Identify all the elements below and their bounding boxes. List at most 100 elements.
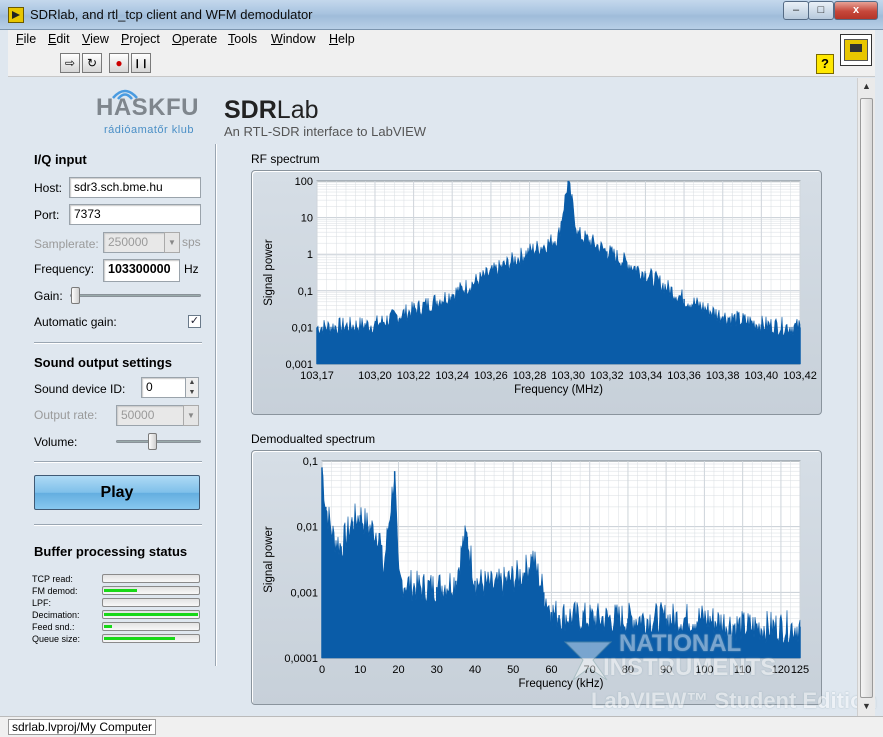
- rf-spectrum-title: RF spectrum: [251, 152, 320, 166]
- x-tick-label: 0: [319, 664, 325, 676]
- menu-project[interactable]: Project: [121, 32, 160, 46]
- rf-spectrum-plot: 1001010,10,010,001103,17 103,20 103,22 103,…: [263, 176, 817, 396]
- y-tick-label: 0,01: [297, 522, 318, 534]
- menu-window[interactable]: Window: [271, 32, 315, 46]
- queue-size-label: Queue size:: [32, 634, 81, 644]
- samplerate-select[interactable]: 250000: [103, 232, 165, 253]
- logo-subtitle: rádióamatőr klub: [104, 124, 194, 136]
- context-help-button[interactable]: ?: [816, 54, 834, 74]
- x-tick-label: 20: [392, 664, 404, 676]
- vertical-divider: [215, 144, 217, 666]
- status-bar: sdrlab.lvproj/My Computer: [0, 716, 883, 737]
- divider: [34, 524, 202, 526]
- lpf-bar: [102, 598, 200, 607]
- menu-help[interactable]: Help: [329, 32, 355, 46]
- x-tick-label: 103,17: [300, 370, 334, 382]
- y-tick-label: 10: [301, 213, 313, 225]
- scroll-down-icon[interactable]: ▼: [858, 698, 875, 715]
- x-tick-label: 103,34: [629, 370, 663, 382]
- fm-demod-label: FM demod:: [32, 586, 78, 596]
- watermark-line2: INSTRUMENTS: [603, 654, 777, 681]
- front-panel: HASKFU rádióamatőr klub SDRLab An RTL-SD…: [8, 78, 877, 716]
- y-tick-label: 0,1: [298, 286, 313, 298]
- title-bar: SDRlab, and rtl_tcp client and WFM demod…: [0, 0, 883, 30]
- vi-connector-icon: [840, 34, 872, 66]
- output-rate-dropdown-icon[interactable]: ▼: [183, 405, 199, 426]
- samplerate-label: Samplerate:: [34, 237, 99, 251]
- menu-bar: File Edit View Project Operate Tools Win…: [8, 30, 875, 50]
- meter-fill: [104, 589, 137, 592]
- volume-slider-thumb[interactable]: [148, 433, 158, 450]
- scrollbar-thumb[interactable]: [860, 98, 873, 698]
- gain-label: Gain:: [34, 289, 63, 303]
- automatic-gain-label: Automatic gain:: [34, 315, 117, 329]
- samplerate-dropdown-icon[interactable]: ▼: [164, 232, 180, 253]
- x-tick-label: 103,26: [474, 370, 508, 382]
- close-button[interactable]: x: [834, 1, 878, 20]
- x-tick-label: 103,36: [667, 370, 701, 382]
- meter-fill: [104, 625, 112, 628]
- run-continuously-icon[interactable]: ↻: [82, 53, 102, 73]
- rf-spectrum-graph: 100 10 1 0,1 0,01 0,001 103,17 103,20 103,22 103,…: [251, 170, 822, 415]
- menu-tools[interactable]: Tools: [228, 32, 257, 46]
- automatic-gain-checkbox[interactable]: ✓: [188, 315, 201, 328]
- demodulated-spectrum-title: Demodualted spectrum: [251, 432, 376, 446]
- app-subtitle: An RTL-SDR interface to LabVIEW: [224, 124, 427, 139]
- host-input[interactable]: sdr3.sch.bme.hu: [69, 177, 201, 198]
- x-tick-label: 40: [469, 664, 481, 676]
- x-tick-label: 103,28: [513, 370, 547, 382]
- x-tick-label: 103,24: [435, 370, 469, 382]
- sound-device-label: Sound device ID:: [34, 382, 126, 396]
- x-tick-label: 125: [791, 664, 809, 676]
- menu-edit[interactable]: Edit: [48, 32, 70, 46]
- queue-size-bar: [102, 634, 200, 643]
- vertical-scrollbar[interactable]: ▲ ▼: [857, 78, 875, 716]
- menu-operate[interactable]: Operate: [172, 32, 217, 46]
- x-tick-label: 103,38: [706, 370, 740, 382]
- sound-device-spinner-icon[interactable]: ▲ ▼: [185, 377, 199, 398]
- x-tick-label: 103,40: [745, 370, 779, 382]
- x-tick-label: 30: [431, 664, 443, 676]
- x-tick-label: 103,22: [397, 370, 431, 382]
- port-label: Port:: [34, 208, 60, 222]
- logo-text: HASKFU: [96, 94, 199, 121]
- run-arrow-icon[interactable]: ⇨: [60, 53, 80, 73]
- samplerate-unit: sps: [182, 235, 201, 249]
- y-tick-label: 100: [295, 176, 313, 188]
- sound-device-input[interactable]: 0: [141, 377, 186, 398]
- iq-input-title: I/Q input: [34, 152, 87, 167]
- x-tick-label: 103,32: [590, 370, 624, 382]
- toolbar: ⇨ ↻ ● ❙❙ ?: [8, 34, 875, 77]
- y-tick-label: 1: [307, 249, 313, 261]
- divider: [34, 342, 202, 344]
- y-tick-label: 0,001: [290, 587, 318, 599]
- frequency-input[interactable]: 103300000: [103, 259, 180, 282]
- minimize-button[interactable]: –: [783, 1, 809, 20]
- maximize-button[interactable]: □: [808, 1, 834, 20]
- y-tick-label: 0,1: [303, 456, 318, 468]
- gain-slider-track[interactable]: [70, 294, 201, 297]
- play-button[interactable]: Play: [34, 475, 200, 510]
- output-rate-select[interactable]: 50000: [116, 405, 184, 426]
- scroll-up-icon[interactable]: ▲: [858, 78, 875, 95]
- x-tick-label: 60: [545, 664, 557, 676]
- x-tick-label: 103,30: [551, 370, 585, 382]
- decimation-bar: [102, 610, 200, 619]
- y-axis-label: Signal power: [263, 239, 275, 306]
- y-tick-label: 0,0001: [284, 653, 318, 665]
- watermark-line3: LabVIEW™ Student Edition: [591, 688, 877, 713]
- divider: [34, 461, 202, 463]
- abort-icon[interactable]: ●: [109, 53, 129, 73]
- pause-icon[interactable]: ❙❙: [131, 53, 151, 73]
- sound-output-title: Sound output settings: [34, 355, 172, 370]
- port-input[interactable]: 7373: [69, 204, 201, 225]
- gain-slider-thumb[interactable]: [71, 287, 80, 304]
- x-tick-label: 103,42: [783, 370, 817, 382]
- x-tick-label: 50: [507, 664, 519, 676]
- menu-view[interactable]: View: [82, 32, 109, 46]
- tcp-read-bar: [102, 574, 200, 583]
- feed-snd-label: Feed snd.:: [32, 622, 75, 632]
- menu-file[interactable]: File: [16, 32, 36, 46]
- window-title: SDRlab, and rtl_tcp client and WFM demod…: [30, 7, 313, 22]
- volume-slider-track[interactable]: [116, 440, 201, 443]
